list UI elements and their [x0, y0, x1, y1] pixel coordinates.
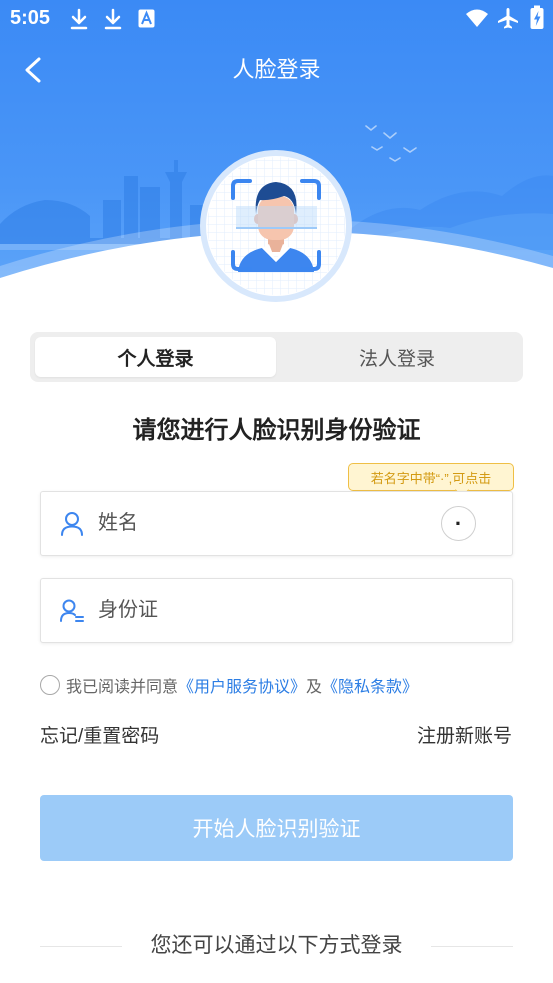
- face-scan-avatar-icon: [200, 150, 352, 302]
- name-input[interactable]: [98, 504, 418, 542]
- name-field[interactable]: ·: [40, 491, 513, 556]
- id-card-input[interactable]: [98, 591, 418, 629]
- page-title: 人脸登录: [232, 57, 321, 82]
- download-icon: [70, 8, 88, 30]
- register-link[interactable]: 注册新账号: [417, 724, 512, 750]
- name-dot-tooltip: 若名字中带“·”,可点击: [348, 463, 514, 491]
- instruction-heading: 请您进行人脸识别身份验证: [132, 417, 421, 444]
- battery-charging-icon: [530, 5, 544, 29]
- agreement-joiner: 及: [306, 679, 323, 696]
- agreement-checkbox[interactable]: [40, 675, 60, 695]
- airplane-mode-icon: [498, 8, 518, 29]
- hero-banner: [0, 0, 553, 310]
- id-card-field[interactable]: [40, 578, 513, 643]
- divider-right: [431, 946, 513, 947]
- agreement-prefix: 我已阅读并同意: [66, 679, 179, 696]
- agreement-row: 我已阅读并同意 《用户服务协议》 及 《隐私条款》: [40, 674, 418, 696]
- tab-personal-login[interactable]: 个人登录: [35, 337, 276, 377]
- privacy-policy-link[interactable]: 《隐私条款》: [322, 673, 418, 697]
- forgot-password-link[interactable]: 忘记/重置密码: [40, 724, 159, 750]
- font-download-icon: [138, 9, 155, 28]
- insert-middle-dot-button[interactable]: ·: [441, 506, 476, 541]
- login-type-tabs: 个人登录 法人登录: [30, 332, 523, 382]
- status-time: 5:05: [10, 7, 51, 29]
- wifi-icon: [466, 9, 488, 27]
- start-face-verification-button[interactable]: 开始人脸识别验证: [40, 795, 513, 861]
- terms-of-service-link[interactable]: 《用户服务协议》: [178, 673, 306, 697]
- user-icon: [61, 512, 83, 536]
- id-card-icon: [60, 599, 84, 622]
- download-icon: [104, 8, 122, 30]
- tab-corporate-login[interactable]: 法人登录: [276, 337, 518, 377]
